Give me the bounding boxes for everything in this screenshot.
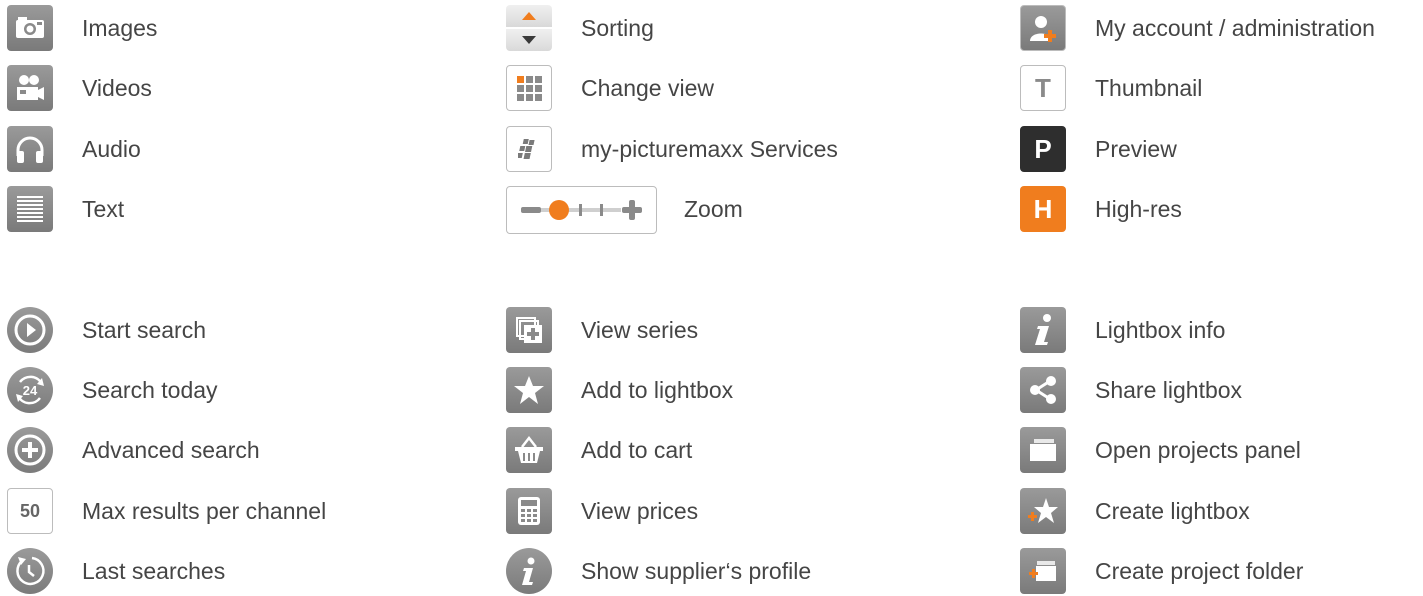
basket-icon xyxy=(506,427,552,473)
legend-label: my-picturemaxx Services xyxy=(581,136,838,162)
max-results-badge-icon: 50 xyxy=(7,488,53,534)
legend-label: Last searches xyxy=(82,558,226,584)
star-icon xyxy=(506,367,552,413)
legend-label: Add to lightbox xyxy=(581,377,734,403)
legend-label: Images xyxy=(82,15,158,41)
info-circle-icon xyxy=(506,548,552,594)
user-add-icon xyxy=(1020,5,1066,51)
preview-letter-icon: P xyxy=(1020,126,1066,172)
info-icon xyxy=(1020,307,1066,353)
max-results-badge: 50 xyxy=(19,500,41,521)
legend-label: Lightbox info xyxy=(1095,317,1226,343)
search-today-badge: 24 xyxy=(23,383,38,398)
legend-label: Zoom xyxy=(684,196,743,222)
legend-label: Thumbnail xyxy=(1095,75,1203,101)
sort-arrows-icon xyxy=(506,5,552,51)
highres-badge: H xyxy=(1033,193,1053,224)
legend-label: Sorting xyxy=(581,15,654,41)
create-star-icon xyxy=(1020,488,1066,534)
calculator-icon xyxy=(506,488,552,534)
legend-label: Preview xyxy=(1095,136,1177,162)
text-lines-icon xyxy=(7,186,53,232)
legend-label: Show supplier‘s profile xyxy=(581,558,812,584)
legend-label: My account / administration xyxy=(1095,15,1375,41)
create-folder-icon xyxy=(1020,548,1066,594)
sort-down-arrow-icon xyxy=(506,29,552,51)
thumbnail-badge: T xyxy=(1035,72,1051,103)
share-icon xyxy=(1020,367,1066,413)
legend-label: Text xyxy=(82,196,125,222)
camera-icon xyxy=(7,5,53,51)
legend-label: Create lightbox xyxy=(1095,498,1250,524)
legend-label: Share lightbox xyxy=(1095,377,1243,403)
legend-label: Videos xyxy=(82,75,152,101)
legend-label: High-res xyxy=(1095,196,1182,222)
video-camera-icon xyxy=(7,65,53,111)
legend-label: Add to cart xyxy=(581,437,693,463)
history-clock-icon xyxy=(7,548,53,594)
grid-view-icon xyxy=(506,65,552,111)
sort-up-arrow-icon xyxy=(506,5,552,27)
thumbnail-letter-icon: T xyxy=(1020,65,1066,111)
services-logo-icon xyxy=(506,126,552,172)
series-stack-icon xyxy=(506,307,552,353)
legend-label: Audio xyxy=(82,136,141,162)
clock-24-icon: 24 xyxy=(7,367,53,413)
plus-circle-icon xyxy=(7,427,53,473)
preview-badge: P xyxy=(1034,133,1052,164)
legend-label: Open projects panel xyxy=(1095,437,1301,463)
headphones-icon xyxy=(7,126,53,172)
legend-label: Advanced search xyxy=(82,437,260,463)
legend-label: Max results per channel xyxy=(82,498,327,524)
legend-label: Change view xyxy=(581,75,714,101)
legend-label: Search today xyxy=(82,377,218,403)
highres-letter-icon: H xyxy=(1020,186,1066,232)
legend-label: View series xyxy=(581,317,699,343)
legend-label: Create project folder xyxy=(1095,558,1304,584)
folder-icon xyxy=(1020,427,1066,473)
legend-label: View prices xyxy=(581,498,699,524)
legend-label: Start search xyxy=(82,317,206,343)
play-circle-icon xyxy=(7,307,53,353)
zoom-slider-icon xyxy=(506,186,657,234)
